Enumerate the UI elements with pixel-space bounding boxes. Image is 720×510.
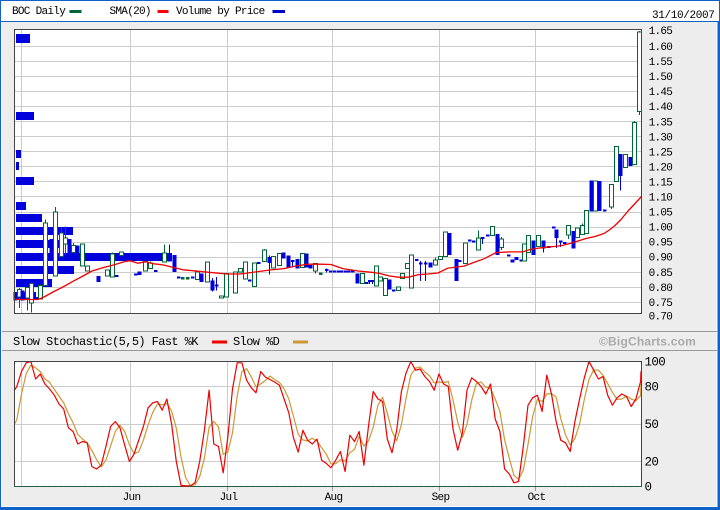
svg-text:100: 100 xyxy=(645,356,666,370)
svg-text:1.35: 1.35 xyxy=(649,117,673,129)
svg-text:20: 20 xyxy=(645,456,659,470)
svg-text:1.25: 1.25 xyxy=(649,147,673,159)
svg-text:Jun: Jun xyxy=(123,492,141,504)
svg-text:1.65: 1.65 xyxy=(649,26,673,38)
svg-text:BOC Daily: BOC Daily xyxy=(12,6,66,18)
svg-text:Slow %D: Slow %D xyxy=(233,335,280,349)
svg-text:0.90: 0.90 xyxy=(649,253,673,265)
svg-text:1.15: 1.15 xyxy=(649,177,673,189)
svg-text:1.50: 1.50 xyxy=(649,72,673,84)
svg-text:0: 0 xyxy=(645,481,652,495)
svg-text:1.20: 1.20 xyxy=(649,162,673,174)
svg-text:0.75: 0.75 xyxy=(649,298,673,310)
svg-text:80: 80 xyxy=(645,381,659,395)
svg-text:Oct: Oct xyxy=(528,492,546,504)
svg-text:1.05: 1.05 xyxy=(649,208,673,220)
svg-text:1.10: 1.10 xyxy=(649,193,673,205)
svg-text:50: 50 xyxy=(645,418,659,432)
svg-text:1.55: 1.55 xyxy=(649,57,673,69)
svg-text:1.45: 1.45 xyxy=(649,87,673,99)
svg-text:31/10/2007: 31/10/2007 xyxy=(652,10,715,22)
svg-text:Volume by Price: Volume by Price xyxy=(176,6,265,18)
svg-text:0.85: 0.85 xyxy=(649,268,673,280)
svg-text:©BigCharts.com: ©BigCharts.com xyxy=(599,334,696,348)
svg-text:Jul: Jul xyxy=(220,492,238,504)
svg-text:Aug: Aug xyxy=(325,492,343,504)
svg-text:1.00: 1.00 xyxy=(649,223,673,235)
svg-text:1.30: 1.30 xyxy=(649,132,673,144)
svg-text:Sep: Sep xyxy=(432,492,450,504)
svg-text:Slow Stochastic(5,5) Fast %K: Slow Stochastic(5,5) Fast %K xyxy=(13,335,199,349)
svg-text:0.95: 0.95 xyxy=(649,238,673,250)
svg-text:0.70: 0.70 xyxy=(649,311,673,323)
svg-text:SMA(20): SMA(20) xyxy=(110,6,151,18)
svg-text:1.40: 1.40 xyxy=(649,102,673,114)
svg-text:1.60: 1.60 xyxy=(649,42,673,54)
svg-text:0.80: 0.80 xyxy=(649,283,673,295)
